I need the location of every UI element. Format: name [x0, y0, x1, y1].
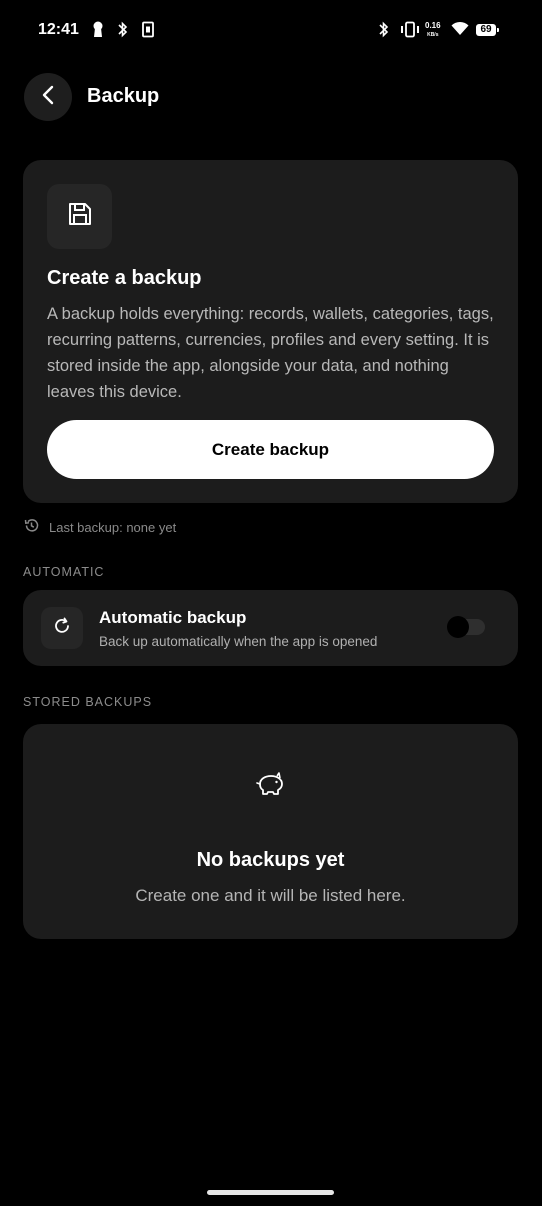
sim-icon: [142, 21, 154, 43]
automatic-backup-toggle[interactable]: [447, 616, 487, 638]
empty-state-subtitle: Create one and it will be listed here.: [135, 886, 406, 905]
section-label-stored-backups: STORED BACKUPS: [23, 695, 153, 709]
create-backup-button[interactable]: Create backup: [47, 420, 494, 479]
page-title: Backup: [87, 85, 160, 107]
toggle-thumb: [447, 616, 469, 638]
home-indicator[interactable]: [207, 1190, 334, 1195]
refresh-icon: [52, 616, 72, 641]
vibrate-icon: [400, 21, 420, 43]
last-backup-text: Last backup: none yet: [49, 519, 177, 535]
wifi-icon: [451, 21, 469, 41]
battery-icon: 69: [476, 24, 499, 36]
last-backup-info: Last backup: none yet: [24, 518, 176, 536]
network-speed-value: 0.16: [425, 21, 441, 30]
save-icon: [67, 201, 93, 232]
create-backup-title: Create a backup: [47, 267, 202, 289]
network-speed: 0.16 KB/s: [425, 22, 441, 39]
bluetooth-icon: [118, 21, 128, 43]
automatic-backup-subtitle: Back up automatically when the app is op…: [99, 634, 378, 649]
piggy-bank-icon: [254, 764, 288, 806]
create-backup-card: Create a backup A backup holds everythin…: [23, 160, 518, 503]
automatic-backup-row[interactable]: Automatic backup Back up automatically w…: [23, 590, 518, 666]
bluetooth-icon: [379, 21, 389, 43]
stored-backups-card: No backups yet Create one and it will be…: [23, 724, 518, 939]
section-label-automatic: AUTOMATIC: [23, 565, 105, 579]
back-button[interactable]: [24, 73, 72, 121]
automatic-backup-title: Automatic backup: [99, 608, 247, 627]
empty-state-title: No backups yet: [196, 849, 345, 871]
network-speed-unit: KB/s: [427, 32, 439, 38]
save-icon-container: [47, 184, 112, 249]
chevron-left-icon: [40, 84, 56, 111]
keyhole-icon: [92, 21, 104, 43]
history-icon: [24, 518, 39, 536]
create-backup-description: A backup holds everything: records, wall…: [47, 305, 494, 401]
status-bar: 12:41 0.16 KB/s 69: [0, 0, 542, 62]
status-time: 12:41: [38, 21, 79, 38]
refresh-icon-container: [41, 607, 83, 649]
